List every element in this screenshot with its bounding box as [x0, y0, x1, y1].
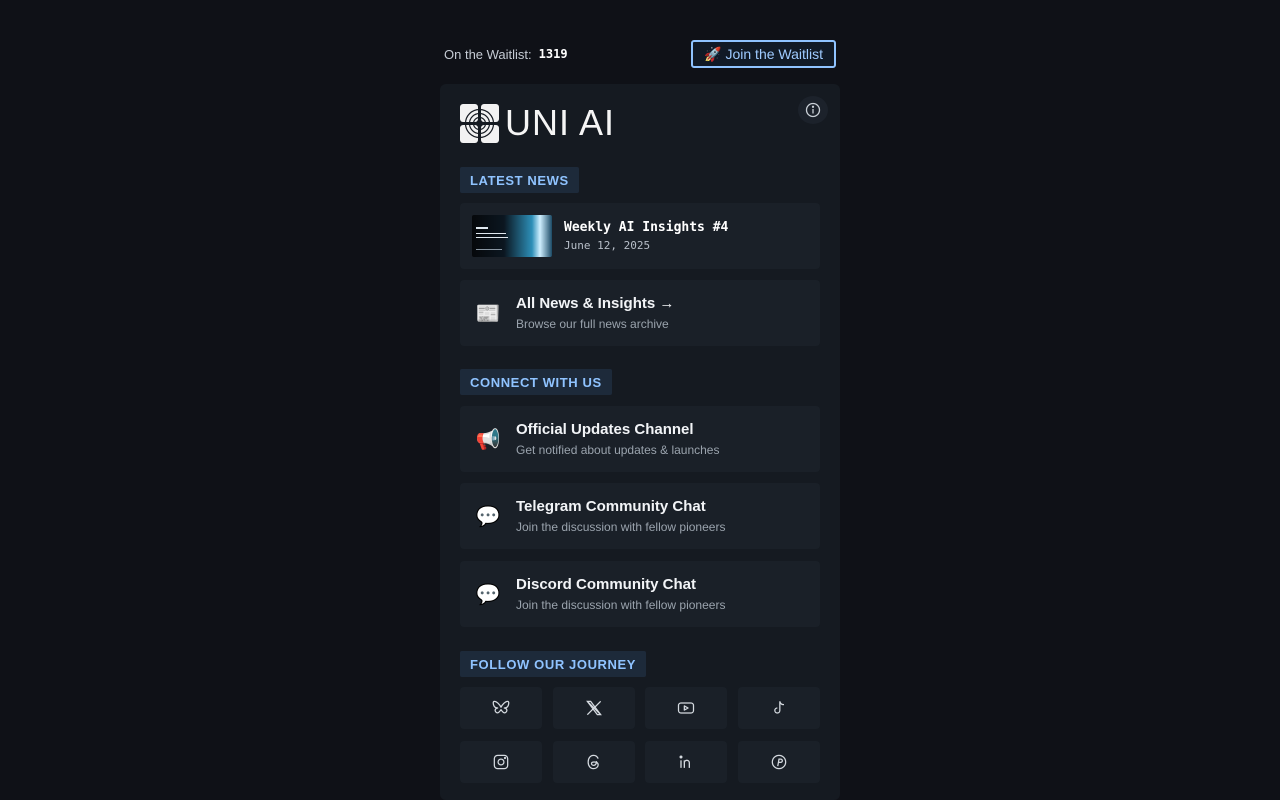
x-link[interactable] — [552, 687, 635, 729]
join-waitlist-button[interactable]: 🚀 Join the Waitlist — [691, 40, 836, 68]
channel-title: Discord Community Chat — [516, 576, 697, 593]
x-icon — [585, 700, 602, 716]
threads-icon — [587, 754, 599, 770]
brand-name: UNI AI — [505, 102, 616, 143]
channel-subtitle: Get notified about updates & launches — [516, 443, 720, 457]
top-bar: On the Waitlist: 1319 🚀 Join the Waitlis… — [440, 40, 836, 68]
threads-link[interactable] — [552, 741, 635, 783]
newspaper-icon: 📰 — [475, 302, 501, 325]
social-grid — [460, 687, 820, 783]
all-news-link[interactable]: 📰 All News & Insights → Browse our full … — [460, 280, 820, 346]
linkedin-link[interactable] — [645, 741, 728, 783]
join-waitlist-label: Join the Waitlist — [725, 46, 823, 62]
main-card: UNI AI LATEST NEWS Weekly AI Insights #4… — [440, 84, 840, 800]
channel-subtitle: Join the discussion with fellow pioneers — [516, 520, 726, 534]
discord-chat-link[interactable]: 💬 Discord Community Chat Join the discus… — [460, 561, 820, 627]
tiktok-icon — [774, 701, 784, 714]
waitlist-label: On the Waitlist: — [444, 46, 532, 62]
tiktok-link[interactable] — [737, 687, 820, 729]
youtube-icon — [678, 702, 695, 714]
speech-bubble-icon: 💬 — [475, 505, 501, 528]
channel-subtitle: Join the discussion with fellow pioneers — [516, 598, 726, 612]
pinterest-link[interactable] — [737, 741, 820, 783]
uniai-logo-icon — [460, 103, 499, 143]
youtube-link[interactable] — [645, 687, 728, 729]
section-latest-news: LATEST NEWS — [460, 167, 579, 193]
bluesky-icon — [492, 700, 510, 714]
news-date: June 12, 2025 — [564, 239, 651, 252]
all-news-subtitle: Browse our full news archive — [516, 317, 669, 331]
section-follow: FOLLOW OUR JOURNEY — [460, 651, 647, 677]
channel-title: Telegram Community Chat — [516, 498, 706, 515]
megaphone-icon: 📢 — [475, 428, 501, 451]
info-button[interactable] — [798, 96, 828, 124]
channel-title: Official Updates Channel — [516, 421, 694, 438]
speech-bubble-icon: 💬 — [475, 583, 501, 606]
linkedin-icon — [679, 755, 691, 768]
bluesky-link[interactable] — [460, 687, 542, 729]
official-updates-link[interactable]: 📢 Official Updates Channel Get notified … — [460, 406, 820, 472]
rocket-icon: 🚀 — [704, 45, 722, 62]
info-icon — [805, 102, 821, 118]
brand-logo: UNI AI — [460, 102, 616, 143]
waitlist-counter: On the Waitlist: 1319 — [444, 47, 568, 62]
section-connect: CONNECT WITH US — [460, 369, 612, 395]
waitlist-count: 1319 — [538, 47, 568, 61]
news-item[interactable]: Weekly AI Insights #4 June 12, 2025 — [460, 203, 820, 269]
pinterest-icon — [771, 754, 787, 770]
telegram-chat-link[interactable]: 💬 Telegram Community Chat Join the discu… — [460, 483, 820, 549]
news-thumbnail — [472, 215, 552, 257]
instagram-icon — [493, 754, 509, 770]
instagram-link[interactable] — [460, 741, 542, 783]
news-title: Weekly AI Insights #4 — [564, 220, 729, 235]
all-news-title: All News & Insights → — [516, 295, 675, 312]
